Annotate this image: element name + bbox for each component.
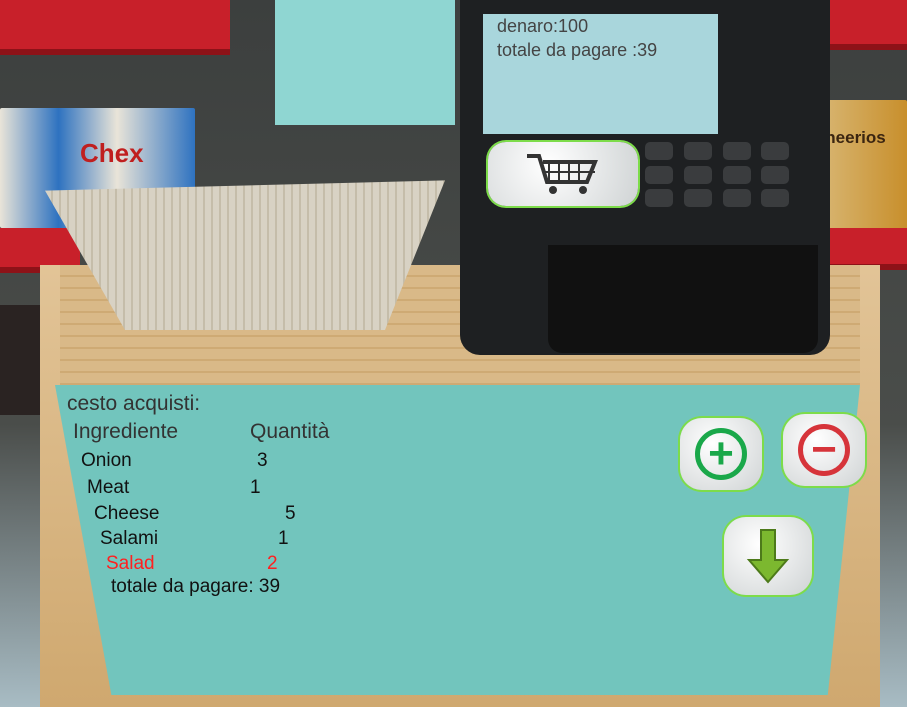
- item-name[interactable]: Salami: [100, 528, 158, 550]
- item-name[interactable]: Cheese: [94, 503, 160, 525]
- arrow-down-icon: [746, 529, 790, 584]
- cart-button[interactable]: [488, 142, 638, 206]
- register-drawer: [548, 245, 818, 353]
- basket-total: totale da pagare: 39: [111, 576, 281, 597]
- next-button[interactable]: [724, 517, 812, 595]
- register-total: totale da pagare :39: [497, 40, 658, 60]
- register-screen: denaro:100 totale da pagare :39: [483, 14, 718, 134]
- shelf-mid-right: [820, 228, 907, 270]
- add-button[interactable]: +: [680, 418, 762, 490]
- minus-icon: −: [798, 424, 850, 476]
- item-name[interactable]: Onion: [81, 450, 132, 472]
- header-ingredient: Ingrediente: [73, 420, 179, 443]
- item-qty: 1: [278, 528, 289, 549]
- item-qty: 5: [285, 503, 296, 524]
- item-name-selected[interactable]: Salad: [106, 553, 155, 575]
- plus-icon: +: [695, 428, 747, 480]
- remove-button[interactable]: −: [783, 414, 865, 486]
- header-quantity: Quantità: [250, 420, 330, 443]
- shelf-top-left: [0, 0, 230, 55]
- register-keypad[interactable]: [645, 142, 795, 208]
- window: [275, 0, 455, 125]
- item-qty-selected: 2: [267, 553, 278, 574]
- shopping-cart-icon: [527, 154, 598, 194]
- basket-title: cesto acquisti:: [67, 392, 201, 415]
- item-qty: 1: [250, 477, 261, 498]
- money-label: denaro:100: [497, 16, 589, 36]
- item-qty: 3: [257, 450, 268, 471]
- item-name[interactable]: Meat: [87, 477, 129, 499]
